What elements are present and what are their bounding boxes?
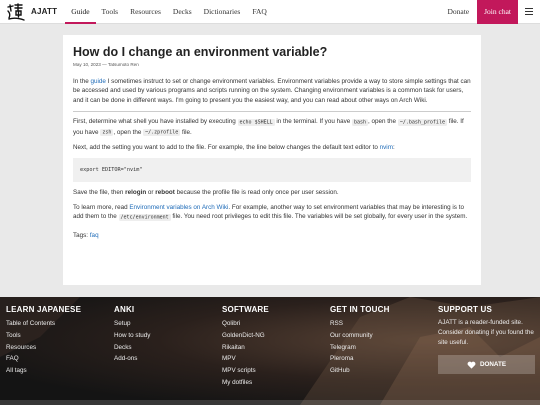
arch-wiki-link[interactable]: Environment variables on Arch Wiki [129, 204, 228, 211]
shell-paragraph: First, determine what shell you have ins… [73, 117, 471, 138]
code-block: export EDITOR="nvim" [73, 158, 471, 183]
footer-col-title: GET IN TOUCH [330, 305, 390, 314]
text: , open the [368, 118, 398, 126]
bold-text: relogin [125, 189, 147, 197]
nav-faq[interactable]: FAQ [246, 0, 272, 24]
footer-columns: LEARN JAPANESE Table of Contents Tools R… [6, 305, 540, 389]
footer-col-title: SUPPORT US [438, 305, 493, 314]
nav-guide[interactable]: Guide [65, 0, 96, 24]
footer-link[interactable]: GoldenDict-NG [222, 330, 330, 342]
footer-link[interactable]: Decks [114, 342, 222, 354]
top-navbar: AJATT Guide Tools Resources Decks Dictio… [0, 0, 540, 24]
text: or [146, 189, 156, 197]
footer-link[interactable]: Rikaitan [222, 342, 330, 354]
donate-link[interactable]: Donate [439, 0, 477, 24]
code-line: export EDITOR="nvim" [80, 167, 143, 174]
footer-link[interactable]: FAQ [6, 353, 114, 365]
footer-col-anki: ANKI Setup How to study Decks Add-ons [114, 305, 222, 389]
support-text: AJATT is a reader-funded site. Consider … [438, 319, 534, 346]
inline-code: /etc/environment [118, 213, 171, 221]
nav-tools[interactable]: Tools [96, 0, 125, 24]
nav-decks[interactable]: Decks [167, 0, 198, 24]
footer-col-title: LEARN JAPANESE [6, 305, 82, 314]
guide-link[interactable]: guide [91, 78, 106, 85]
text: First, determine what shell you have ins… [73, 118, 238, 126]
footer-col-title: SOFTWARE [222, 305, 269, 314]
inline-code: ~/.bash_profile [397, 118, 447, 126]
site-name[interactable]: AJATT [31, 7, 57, 16]
footer-link[interactable]: Qolibri [222, 318, 330, 330]
text: Next, add the setting you want to add to… [73, 144, 380, 152]
text: : [392, 144, 395, 152]
tags-label: Tags: [73, 231, 90, 239]
heart-icon [467, 361, 476, 369]
text: file. [180, 128, 192, 136]
footer-link[interactable]: GitHub [330, 365, 438, 377]
footer-col-support: SUPPORT US AJATT is a reader-funded site… [438, 305, 540, 389]
tags-line: Tags: faq [73, 231, 471, 240]
footer-col-learn: LEARN JAPANESE Table of Contents Tools R… [6, 305, 114, 389]
text: To learn more, read [73, 203, 130, 211]
nvim-link[interactable]: nvim [380, 144, 393, 151]
main-nav: Guide Tools Resources Decks Dictionaries… [65, 0, 273, 24]
article-meta: May 10, 2023 — Tatsumoto Ren [73, 62, 139, 67]
footer-link[interactable]: All tags [6, 365, 114, 377]
setting-paragraph: Next, add the setting you want to add to… [73, 143, 471, 152]
inline-code: ~/.zprofile [143, 129, 181, 137]
footer-link[interactable]: MPV [222, 353, 330, 365]
menu-icon[interactable] [518, 0, 540, 24]
save-paragraph: Save the file, then relogin or reboot be… [73, 188, 471, 197]
logo-kanji-icon[interactable] [4, 0, 28, 24]
footer-link[interactable]: Telegram [330, 342, 438, 354]
divider [73, 111, 471, 113]
donate-button-label: DONATE [479, 361, 507, 368]
text: file. You need root privileges to edit t… [170, 213, 468, 221]
text: , open the [113, 128, 144, 136]
footer-link[interactable]: Our community [330, 330, 438, 342]
tag-link[interactable]: faq [90, 232, 99, 239]
footer-link[interactable]: Pleroma [330, 353, 438, 365]
footer-link[interactable]: Tools [6, 330, 114, 342]
inline-code: zsh [100, 129, 114, 137]
footer-link[interactable]: Add-ons [114, 353, 222, 365]
footer: LEARN JAPANESE Table of Contents Tools R… [0, 297, 540, 405]
inline-code: echo $SHELL [237, 118, 275, 126]
footer-link[interactable]: Resources [6, 342, 114, 354]
intro-text-b: I sometimes instruct to set or change en… [73, 78, 471, 104]
nav-dictionaries[interactable]: Dictionaries [198, 0, 247, 24]
footer-col-software: SOFTWARE Qolibri GoldenDict-NG Rikaitan … [222, 305, 330, 389]
footer-link[interactable]: My dotfiles [222, 377, 330, 389]
footer-bottom-strip [0, 400, 540, 405]
article-card: How do I change an environment variable?… [63, 35, 481, 285]
footer-col-contact: GET IN TOUCH RSS Our community Telegram … [330, 305, 438, 389]
footer-link[interactable]: Table of Contents [6, 318, 114, 330]
inline-code: bash [352, 118, 369, 126]
page-title: How do I change an environment variable? [73, 45, 328, 59]
footer-link[interactable]: MPV scripts [222, 365, 330, 377]
donate-button[interactable]: DONATE [438, 355, 535, 374]
join-chat-button[interactable]: Join chat [477, 0, 518, 24]
footer-col-title: ANKI [114, 305, 135, 314]
learn-more-paragraph: To learn more, read Environment variable… [73, 203, 471, 223]
text: in the terminal. If you have [274, 118, 352, 126]
text: because the profile file is read only on… [174, 189, 339, 197]
intro-text-a: In the [73, 78, 91, 85]
footer-link[interactable]: How to study [114, 330, 222, 342]
footer-link[interactable]: Setup [114, 318, 222, 330]
footer-link[interactable]: RSS [330, 318, 438, 330]
text: Save the file, then [73, 189, 126, 197]
intro-paragraph: In the guide I sometimes instruct to set… [73, 77, 471, 105]
nav-resources[interactable]: Resources [124, 0, 167, 24]
bold-text: reboot [155, 189, 175, 197]
